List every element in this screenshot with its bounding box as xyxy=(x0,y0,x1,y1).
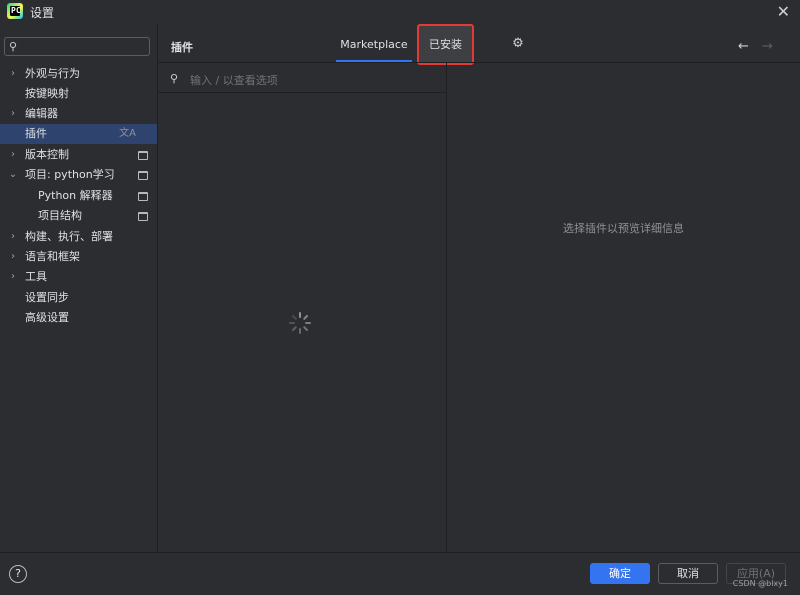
sidebar-item-version-control[interactable]: › 版本控制 xyxy=(0,145,157,165)
sidebar-item-project[interactable]: ⌄ 项目: python学习 xyxy=(0,165,157,185)
cancel-button[interactable]: 取消 xyxy=(658,563,718,584)
close-icon[interactable]: ✕ xyxy=(777,2,790,21)
chevron-right-icon[interactable]: › xyxy=(8,145,18,165)
sidebar-item-keymap[interactable]: 按键映射 xyxy=(0,84,157,104)
header-divider xyxy=(158,62,800,63)
search-icon: ⚲ xyxy=(170,72,179,85)
sidebar-item-label: 插件 xyxy=(25,127,47,140)
sidebar-item-label: 按键映射 xyxy=(25,87,69,100)
tab-marketplace[interactable]: Marketplace xyxy=(336,34,412,62)
tab-installed[interactable]: 已安装 xyxy=(417,24,474,65)
project-scope-icon xyxy=(138,171,148,180)
chevron-right-icon[interactable]: › xyxy=(8,227,18,247)
list-detail-divider xyxy=(446,62,447,552)
sidebar-item-label: 项目: python学习 xyxy=(25,168,115,181)
sidebar-item-label: Python 解释器 xyxy=(38,189,113,202)
sidebar-item-advanced-settings[interactable]: 高级设置 xyxy=(0,308,157,328)
sidebar-item-settings-sync[interactable]: 设置同步 xyxy=(0,288,157,308)
tab-label: 已安装 xyxy=(429,38,462,51)
sidebar-item-build-execution-deployment[interactable]: › 构建、执行、部署 xyxy=(0,227,157,247)
chevron-right-icon[interactable]: › xyxy=(8,247,18,267)
title-bar: PC 设置 ✕ xyxy=(0,0,800,24)
loading-spinner-icon xyxy=(289,312,311,334)
window-title: 设置 xyxy=(30,6,55,20)
tab-label: Marketplace xyxy=(340,38,408,51)
arrow-left-icon[interactable]: ← xyxy=(738,39,749,54)
chevron-right-icon[interactable]: › xyxy=(8,64,18,84)
detail-placeholder-text: 选择插件以预览详细信息 xyxy=(563,222,684,235)
translate-icon: 文A xyxy=(119,128,136,139)
sidebar-item-plugins[interactable]: 插件 文A xyxy=(0,124,157,144)
arrow-right-icon: → xyxy=(762,39,773,54)
sidebar-item-label: 设置同步 xyxy=(25,291,69,304)
ok-button[interactable]: 确定 xyxy=(590,563,650,584)
watermark: CSDN @blxy1 xyxy=(732,579,788,588)
sidebar-item-project-structure[interactable]: 项目结构 xyxy=(0,206,157,226)
chevron-right-icon[interactable]: › xyxy=(8,267,18,287)
gear-icon[interactable]: ⚙ xyxy=(511,37,525,51)
page-title: 插件 xyxy=(171,41,193,54)
chevron-down-icon[interactable]: ⌄ xyxy=(8,165,18,185)
sidebar-item-label: 工具 xyxy=(25,270,47,283)
sidebar-item-label: 编辑器 xyxy=(25,107,58,120)
project-scope-icon xyxy=(138,212,148,221)
chevron-right-icon[interactable]: › xyxy=(8,104,18,124)
sidebar-item-label: 项目结构 xyxy=(38,209,82,222)
sidebar-item-appearance[interactable]: › 外观与行为 xyxy=(0,64,157,84)
dialog-footer: ? 确定 取消 应用(A) CSDN @blxy1 xyxy=(0,552,800,595)
sidebar-item-tools[interactable]: › 工具 xyxy=(0,267,157,287)
sidebar-item-label: 构建、执行、部署 xyxy=(25,230,113,243)
search-divider xyxy=(158,92,446,93)
pycharm-logo-icon: PC xyxy=(7,3,23,19)
sidebar-item-label: 语言和框架 xyxy=(25,250,80,263)
sidebar-item-label: 外观与行为 xyxy=(25,67,80,80)
plugins-panel: 插件 Marketplace 已安装 ⚙ ← → ⚲ 选择插件以预览详细信息 xyxy=(158,24,800,552)
sidebar-item-editor[interactable]: › 编辑器 xyxy=(0,104,157,124)
search-icon: ⚲ xyxy=(9,40,18,53)
plugin-search-input[interactable] xyxy=(188,71,432,89)
settings-sidebar: ⚲ › 外观与行为 按键映射 › 编辑器 插件 文A › 版本控制 ⌄ 项目: … xyxy=(0,24,157,552)
sidebar-item-label: 版本控制 xyxy=(25,148,69,161)
help-icon[interactable]: ? xyxy=(9,565,27,583)
sidebar-item-label: 高级设置 xyxy=(25,311,69,324)
sidebar-item-languages-frameworks[interactable]: › 语言和框架 xyxy=(0,247,157,267)
settings-search-input[interactable]: ⚲ xyxy=(4,37,150,56)
sidebar-item-python-interpreter[interactable]: Python 解释器 xyxy=(0,186,157,206)
project-scope-icon xyxy=(138,151,148,160)
plugin-search[interactable]: ⚲ xyxy=(170,71,440,89)
project-scope-icon xyxy=(138,192,148,201)
